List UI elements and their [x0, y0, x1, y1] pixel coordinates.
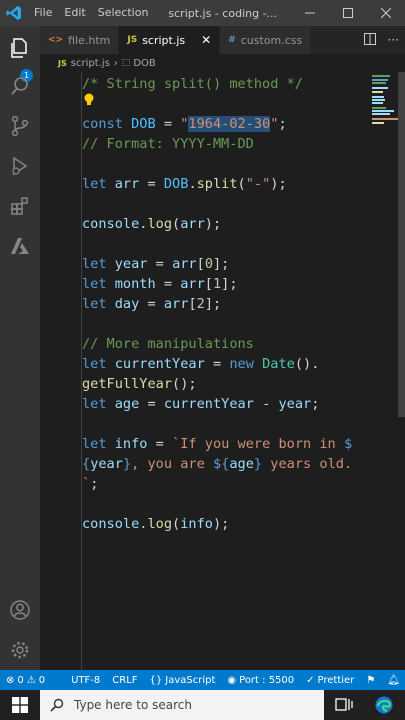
explorer-icon[interactable] [8, 36, 32, 60]
status-bar: ⊗ 0 ⚠ 0 UTF-8 CRLF {} JavaScript ◉ Port … [0, 670, 405, 690]
error-count: 0 [17, 674, 24, 686]
breadcrumb-symbol[interactable]: DOB [133, 58, 155, 69]
split-editor-icon[interactable] [363, 32, 376, 48]
extensions-icon[interactable] [8, 194, 32, 218]
code-editor[interactable]: /* String split() method */ const DOB = … [40, 72, 366, 670]
warning-count: 0 [38, 674, 46, 686]
tab-custom-css[interactable]: # custom.css [220, 26, 312, 54]
tab-file-htm[interactable]: <> file.htm [40, 26, 120, 54]
css-file-icon: # [228, 35, 236, 45]
comment-token: /* String split() method */ [82, 76, 303, 92]
language-label: JavaScript [165, 674, 216, 686]
taskbar-search-input[interactable]: Type here to search [40, 690, 324, 720]
comment-token: // More manipulations [82, 336, 254, 352]
js-file-icon: JS [58, 58, 67, 68]
vscode-logo-icon [0, 0, 28, 26]
account-icon[interactable] [8, 598, 32, 622]
code-line-15: `; [82, 476, 99, 492]
notifications-bell-icon[interactable]: 🔔︎ [381, 675, 405, 686]
code-line-7: let month = arr[1]; [82, 276, 238, 292]
code-line-9: // More manipulations [82, 334, 254, 354]
search-placeholder: Type here to search [74, 698, 192, 712]
code-line-8: let day = arr[2]; [82, 296, 222, 312]
tab-label: custom.css [240, 33, 303, 47]
activity-bar: 1 [0, 26, 40, 670]
code-line-16: console.log(info); [82, 516, 230, 532]
title-bar: File Edit Selection script.js - coding -… [0, 0, 405, 26]
menu-selection[interactable]: Selection [92, 0, 155, 26]
editor-tab-bar: <> file.htm JS script.js ✕ # custom.css … [40, 26, 405, 54]
source-control-icon[interactable] [8, 114, 32, 138]
live-server-button[interactable]: ◉ Port : 5500 [221, 675, 300, 686]
braces-icon: {} [149, 674, 163, 686]
tab-label: file.htm [68, 33, 111, 47]
tab-script-js[interactable]: JS script.js ✕ [119, 26, 221, 54]
feedback-icon[interactable]: ⚑ [360, 675, 381, 686]
language-mode-button[interactable]: {} JavaScript [144, 675, 222, 686]
chevron-right-icon: › [113, 57, 118, 69]
menu-file[interactable]: File [28, 0, 58, 26]
code-line-5: console.log(arr); [82, 216, 222, 232]
settings-gear-icon[interactable] [8, 638, 32, 662]
windows-start-icon[interactable] [0, 690, 40, 720]
minimize-button[interactable] [291, 0, 329, 26]
windows-taskbar: Type here to search [0, 690, 405, 720]
lightbulb-icon[interactable] [82, 92, 96, 108]
prettier-label: Prettier [317, 674, 355, 686]
close-window-button[interactable] [367, 0, 405, 26]
azure-icon[interactable] [8, 234, 32, 258]
symbol-icon: ⬚ [121, 58, 131, 68]
comment-token: // Format: YYYY-MM-DD [82, 136, 254, 152]
check-icon: ✓ [306, 674, 315, 686]
maximize-button[interactable] [329, 0, 367, 26]
port-label: Port : 5500 [239, 674, 295, 686]
tab-label: script.js [142, 33, 186, 47]
window-title: script.js - coding -... [168, 6, 278, 20]
breadcrumb-file[interactable]: script.js [71, 58, 110, 69]
close-tab-icon[interactable]: ✕ [201, 33, 211, 47]
task-view-icon[interactable] [324, 690, 364, 720]
vertical-scrollbar[interactable] [398, 72, 405, 417]
code-line-10: let currentYear = new Date(). [82, 356, 320, 372]
menu-edit[interactable]: Edit [58, 0, 91, 26]
prettier-button[interactable]: ✓ Prettier [300, 675, 360, 686]
code-line-1: /* String split() method */ [82, 74, 303, 94]
html-file-icon: <> [48, 35, 64, 45]
problems-indicator[interactable]: ⊗ 0 ⚠ 0 [0, 675, 51, 686]
code-line-3: // Format: YYYY-MM-DD [82, 134, 254, 154]
run-debug-icon[interactable] [8, 154, 32, 178]
eol-button[interactable]: CRLF [106, 675, 143, 686]
editor-actions: ··· [363, 26, 405, 54]
warning-icon: ⚠ [26, 674, 36, 686]
code-line-2: const DOB = "1964-02-30"; [82, 116, 287, 132]
more-actions-icon[interactable]: ··· [388, 33, 399, 47]
code-line-6: let year = arr[0]; [82, 256, 230, 272]
js-file-icon: JS [127, 35, 138, 45]
code-line-12: let age = currentYear - year; [82, 396, 320, 412]
search-icon[interactable] [8, 74, 32, 98]
breadcrumb: JS script.js › ⬚ DOB [40, 54, 405, 72]
code-line-4: let arr = DOB.split("-"); [82, 176, 287, 192]
edge-browser-icon[interactable] [364, 690, 404, 720]
code-line-14: {year}, you are ${age} years old. [82, 456, 353, 472]
broadcast-icon: ◉ [227, 674, 237, 686]
encoding-button[interactable]: UTF-8 [65, 675, 106, 686]
code-line-13: let info = `If you were born in $ [82, 436, 353, 452]
search-icon [50, 698, 64, 712]
error-icon: ⊗ [6, 674, 15, 686]
code-line-11: getFullYear(); [82, 376, 197, 392]
